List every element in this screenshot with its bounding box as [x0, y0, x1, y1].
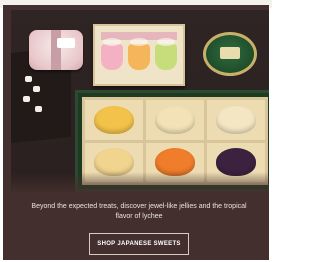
- shop-japanese-sweets-button[interactable]: SHOP JAPANESE SWEETS: [89, 233, 189, 255]
- jelly-cup: [155, 38, 177, 70]
- jelly-cell: [207, 100, 265, 140]
- promo-panel: Beyond the expected treats, discover jew…: [3, 5, 269, 260]
- jelly-cup: [128, 38, 150, 70]
- green-tin: [203, 32, 257, 76]
- jelly-cup-tray: [93, 24, 185, 86]
- clear-jelly: [216, 105, 256, 134]
- candy-piece: [33, 86, 40, 92]
- tin-label: [220, 47, 240, 59]
- candy-piece: [25, 76, 32, 82]
- jelly-cup: [101, 38, 123, 70]
- ribbon: [51, 30, 61, 70]
- jelly-cell: [85, 100, 143, 140]
- candy-piece: [35, 106, 42, 112]
- clear-jelly: [155, 105, 195, 134]
- candy-piece: [23, 96, 30, 102]
- product-photo[interactable]: [11, 10, 269, 192]
- promo-caption: Beyond the expected treats, discover jew…: [31, 203, 247, 220]
- promo-card: Beyond the expected treats, discover jew…: [0, 0, 272, 262]
- gift-tag: [57, 38, 75, 48]
- pink-gift-box: [29, 30, 83, 70]
- jelly-cell: [146, 100, 204, 140]
- photo-fade: [11, 172, 269, 192]
- yellow-jelly: [94, 105, 134, 134]
